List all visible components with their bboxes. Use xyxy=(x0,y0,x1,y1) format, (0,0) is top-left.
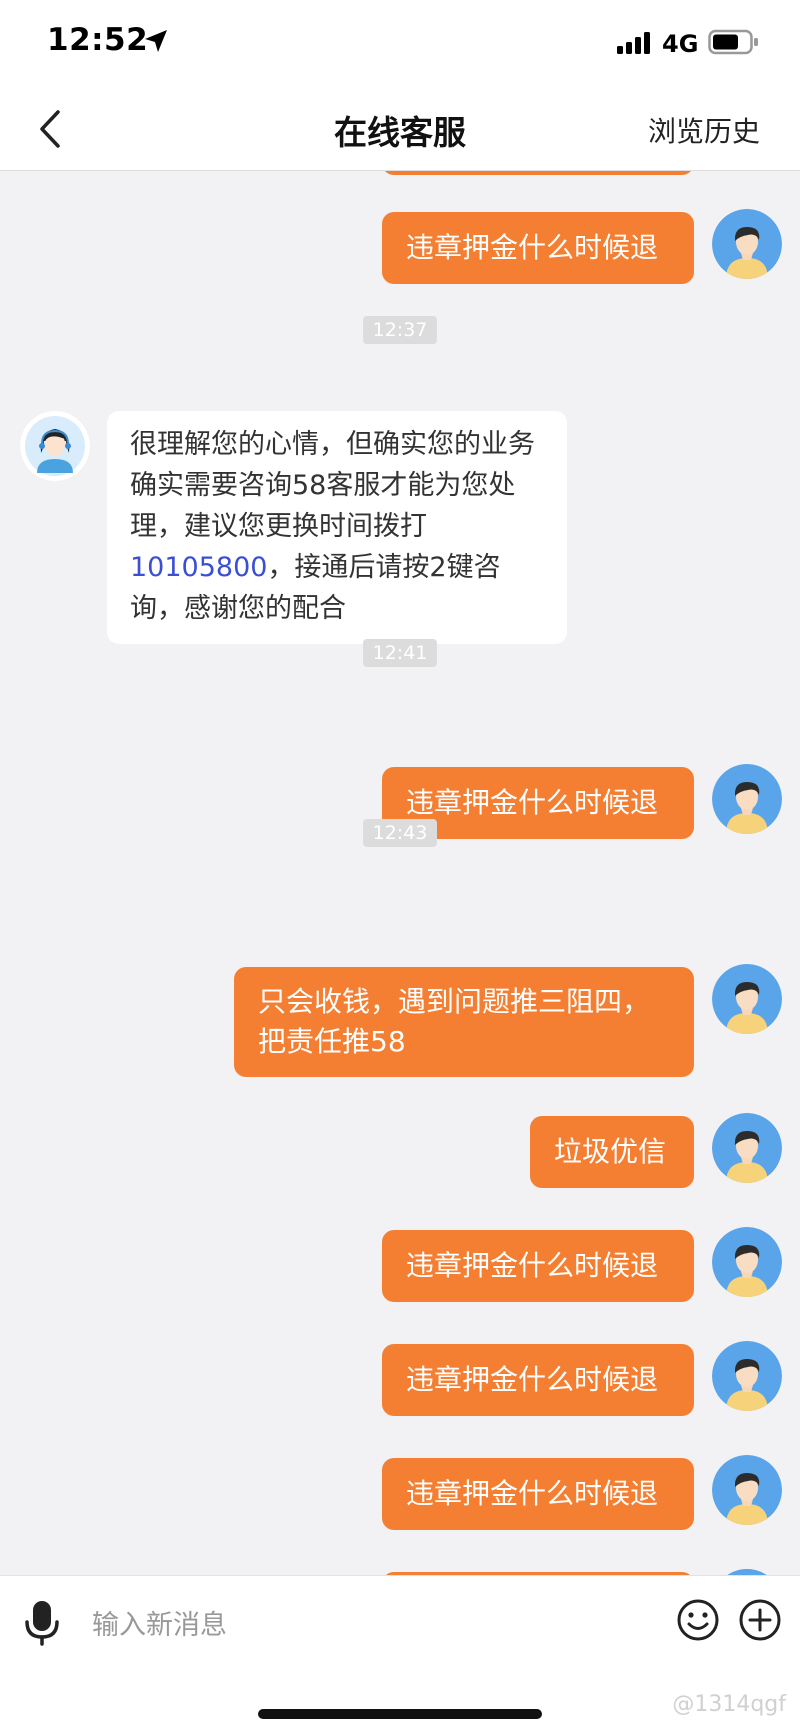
phone-number-link[interactable]: 10105800 xyxy=(130,552,267,583)
message-input-bar: @1314qgf xyxy=(0,1575,800,1732)
user-avatar[interactable] xyxy=(712,209,782,279)
user-avatar-icon xyxy=(712,1455,782,1525)
message-input[interactable] xyxy=(90,1602,654,1648)
user-avatar-icon xyxy=(712,964,782,1034)
user-avatar[interactable] xyxy=(712,1455,782,1525)
chat-message-list[interactable]: 违章押金什么时候退 12:37 很理解您的心情，但确实您的业务确实需要咨询58客… xyxy=(0,171,800,1575)
timestamp: 12:37 xyxy=(0,316,800,344)
message-text: 违章押金什么时候退 xyxy=(406,1249,659,1282)
user-avatar-icon xyxy=(712,1227,782,1297)
user-avatar[interactable] xyxy=(712,1113,782,1183)
battery-icon xyxy=(708,29,758,55)
emoji-icon[interactable] xyxy=(676,1598,720,1642)
user-avatar-icon xyxy=(712,1341,782,1411)
message-text: 违章押金什么时候退 xyxy=(406,1477,659,1510)
signal-icon xyxy=(617,32,650,54)
agent-message-text: 很理解您的心情，但确实您的业务确实需要咨询58客服才能为您处理，建议您更换时间拨… xyxy=(130,429,535,542)
user-avatar-icon xyxy=(712,209,782,279)
agent-message-bubble[interactable]: 很理解您的心情，但确实您的业务确实需要咨询58客服才能为您处理，建议您更换时间拨… xyxy=(107,411,567,644)
timestamp: 12:41 xyxy=(0,639,800,667)
plus-icon[interactable] xyxy=(738,1598,782,1642)
nav-bar: 在线客服 浏览历史 xyxy=(0,88,800,171)
agent-avatar-icon xyxy=(20,411,90,481)
user-message-bubble[interactable]: 垃圾优信 xyxy=(530,1116,694,1188)
location-arrow-icon xyxy=(145,30,167,52)
user-message-bubble[interactable]: 违章押金什么时候退 xyxy=(382,212,694,284)
status-time: 12:52 xyxy=(47,22,149,58)
network-label: 4G xyxy=(662,30,699,58)
watermark: @1314qgf xyxy=(672,1692,786,1717)
message-bubble-partial[interactable] xyxy=(382,171,694,175)
message-text: 违章押金什么时候退 xyxy=(406,1363,659,1396)
user-message-bubble[interactable]: 违章押金什么时候退 xyxy=(382,1230,694,1302)
microphone-icon[interactable] xyxy=(22,1598,62,1648)
user-avatar[interactable] xyxy=(712,964,782,1034)
user-avatar[interactable] xyxy=(712,1341,782,1411)
message-text: 只会收钱，遇到问题推三阻四，把责任推58 xyxy=(258,985,651,1058)
user-avatar[interactable] xyxy=(712,1227,782,1297)
back-chevron-icon[interactable] xyxy=(36,108,66,150)
user-avatar-icon xyxy=(712,1113,782,1183)
browse-history-link[interactable]: 浏览历史 xyxy=(648,110,760,150)
status-bar: 12:52 4G xyxy=(0,0,800,88)
home-indicator[interactable] xyxy=(258,1709,542,1719)
message-text: 违章押金什么时候退 xyxy=(406,786,659,819)
timestamp: 12:43 xyxy=(0,819,800,847)
user-message-bubble[interactable]: 违章押金什么时候退 xyxy=(382,1344,694,1416)
agent-avatar[interactable] xyxy=(20,411,90,481)
message-text: 垃圾优信 xyxy=(554,1135,667,1168)
user-message-bubble[interactable]: 违章押金什么时候退 xyxy=(382,1458,694,1530)
message-text: 违章押金什么时候退 xyxy=(406,231,659,264)
user-message-bubble[interactable]: 只会收钱，遇到问题推三阻四，把责任推58 xyxy=(234,967,694,1077)
